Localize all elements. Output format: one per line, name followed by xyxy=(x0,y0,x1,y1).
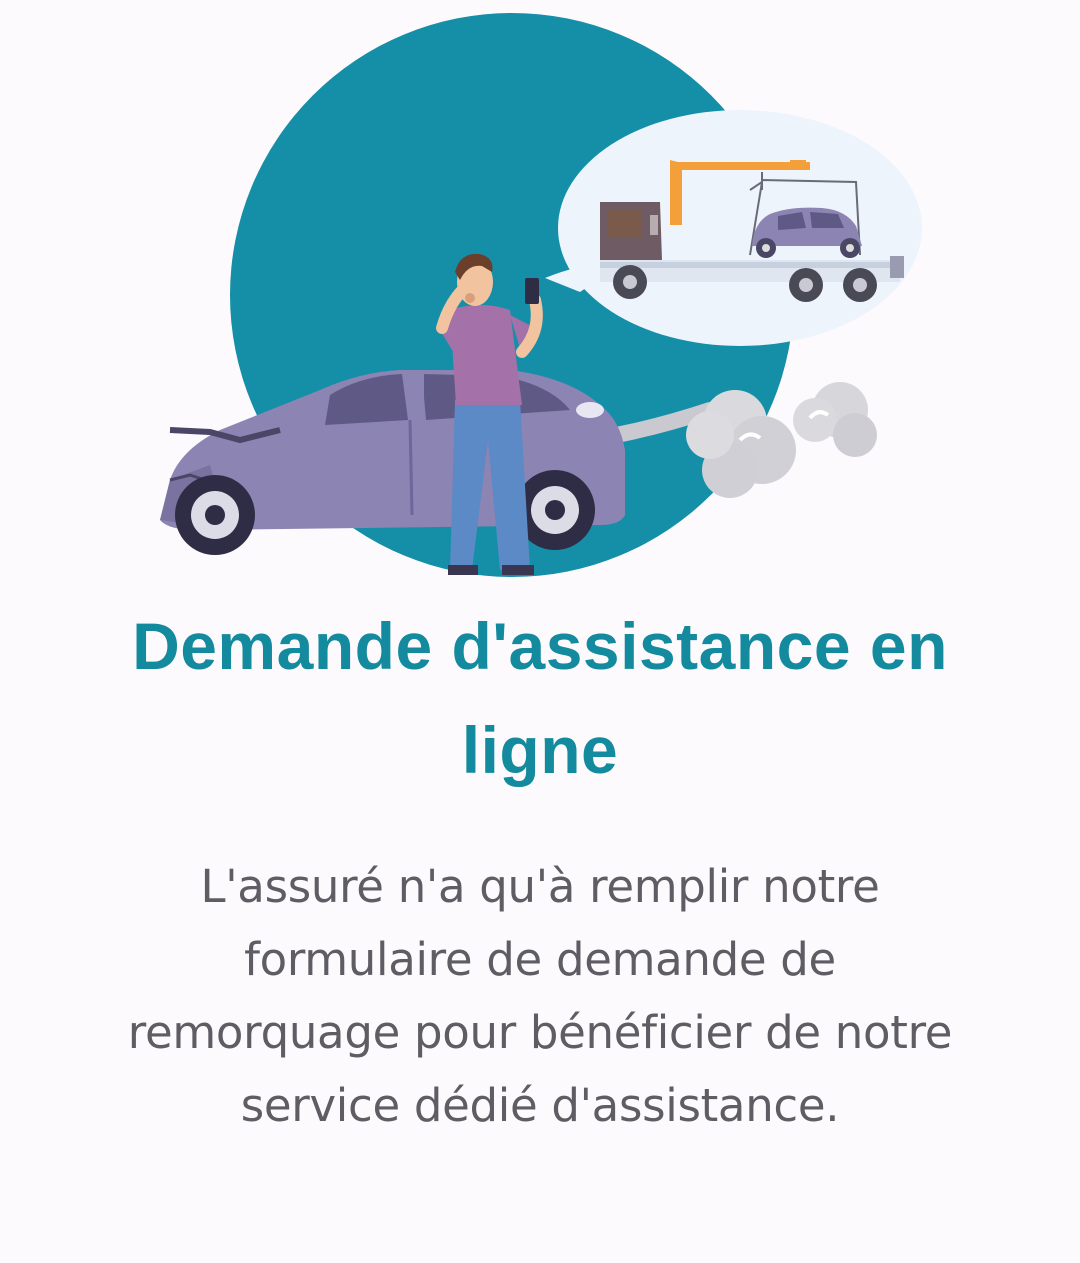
description-text: L'assuré n'a qu'à remplir notre formulai… xyxy=(127,860,953,1132)
illustration xyxy=(150,10,930,590)
page-title: Demande d'assistance en ligne xyxy=(132,609,948,787)
damaged-car-icon xyxy=(160,370,625,555)
assistance-card: Demande d'assistance en ligne L'assuré n… xyxy=(0,0,1080,1263)
car-accident-tow-truck-illustration xyxy=(160,13,922,577)
